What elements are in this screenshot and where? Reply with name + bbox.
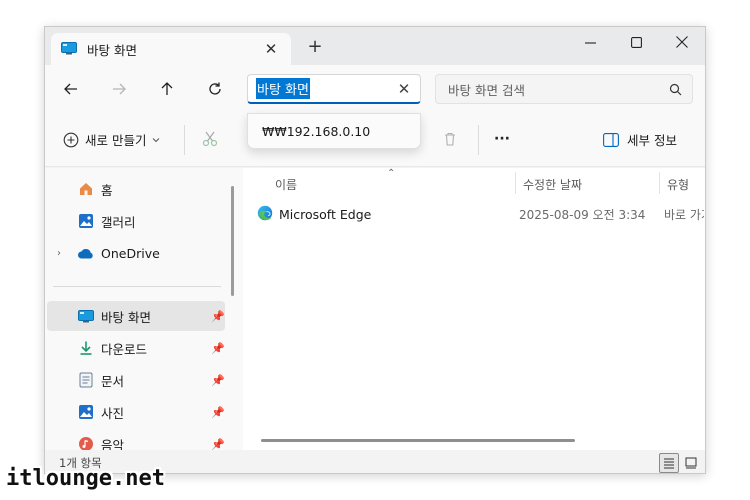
file-explorer-window: 바탕 화면 ✕ + 바탕 화면 ✕ 바탕 화면 검색 새로 만들기 ··· 세부… (44, 26, 706, 474)
navigation-pane: 홈 갤러리 › OneDrive 바탕 화면 📌 다운로드 📌 문서 📌 사진 … (45, 168, 243, 453)
arrow-left-icon (64, 83, 77, 95)
delete-button[interactable] (439, 128, 461, 150)
cut-button[interactable] (199, 128, 221, 150)
address-text: 바탕 화면 (256, 78, 310, 99)
column-header-type[interactable]: 유형 (667, 172, 705, 196)
pin-icon[interactable]: 📌 (211, 310, 225, 323)
more-options-button[interactable]: ··· (491, 128, 513, 150)
plus-circle-icon (63, 132, 79, 147)
search-placeholder: 바탕 화면 검색 (448, 82, 525, 98)
column-divider[interactable] (515, 172, 516, 194)
sidebar-divider (53, 286, 221, 287)
scissors-icon (202, 131, 218, 147)
column-divider[interactable] (659, 172, 660, 194)
maximize-icon (630, 36, 642, 48)
sidebar-item-label: 사진 (101, 405, 125, 421)
horizontal-scrollbar[interactable] (261, 439, 575, 442)
tab-desktop[interactable]: 바탕 화면 ✕ (51, 33, 291, 65)
sidebar-item-onedrive[interactable]: › OneDrive (47, 238, 225, 268)
file-type: 바로 가기 (664, 207, 704, 222)
address-input[interactable]: 바탕 화면 ✕ (247, 74, 421, 104)
new-tab-button[interactable]: + (303, 35, 327, 59)
file-name: Microsoft Edge (279, 206, 372, 222)
close-icon (676, 36, 688, 48)
trash-icon (445, 132, 455, 146)
sidebar-item-home[interactable]: 홈 (47, 174, 225, 204)
toolbar-divider (478, 125, 479, 155)
desktop-icon (77, 307, 95, 325)
details-button[interactable]: 세부 정보 (603, 130, 677, 149)
sidebar-item-label: 바탕 화면 (101, 309, 151, 325)
gallery-icon (77, 212, 95, 230)
refresh-button[interactable] (203, 77, 227, 101)
minimize-icon (584, 41, 596, 44)
close-button[interactable] (659, 27, 705, 57)
column-header-date[interactable]: 수정한 날짜 (523, 172, 653, 196)
search-icon (669, 83, 682, 95)
download-icon (77, 339, 95, 357)
pin-icon[interactable]: 📌 (211, 374, 225, 387)
home-icon (77, 180, 95, 198)
details-view-button[interactable] (659, 453, 679, 473)
title-bar: 바탕 화면 ✕ + (45, 27, 705, 65)
address-suggestion[interactable]: ₩₩192.168.0.10 (247, 113, 421, 149)
file-list: ⌃ 이름 수정한 날짜 유형 Microsoft Edge 2025-08-09… (243, 168, 705, 450)
sidebar-item-label: 갤러리 (101, 214, 136, 230)
edge-icon (257, 205, 273, 224)
tab-title: 바탕 화면 (87, 42, 137, 58)
tab-close-icon[interactable]: ✕ (261, 40, 281, 58)
column-header-name[interactable]: 이름 (275, 172, 505, 196)
watermark-text: itlounge.net (6, 466, 165, 491)
forward-button[interactable] (107, 77, 131, 101)
new-button[interactable]: 새로 만들기 (63, 130, 160, 149)
up-button[interactable] (155, 77, 179, 101)
pin-icon[interactable]: 📌 (211, 342, 225, 355)
desktop-icon (61, 40, 77, 59)
chevron-down-icon (153, 137, 160, 142)
file-date: 2025-08-09 오전 3:34 (519, 207, 646, 222)
pin-icon[interactable]: 📌 (211, 438, 225, 451)
cloud-icon (77, 244, 95, 262)
maximize-button[interactable] (613, 27, 659, 57)
arrow-up-icon (161, 82, 173, 95)
search-input[interactable]: 바탕 화면 검색 (435, 74, 693, 104)
minimize-button[interactable] (567, 27, 613, 57)
list-view-icon (664, 458, 674, 469)
chevron-right-icon[interactable]: › (57, 248, 71, 259)
sidebar-item-documents[interactable]: 문서 📌 (47, 365, 225, 395)
sidebar-item-gallery[interactable]: 갤러리 (47, 206, 225, 236)
sidebar-item-desktop[interactable]: 바탕 화면 📌 (47, 301, 225, 331)
tiles-view-button[interactable] (681, 453, 701, 473)
toolbar-divider (184, 125, 185, 155)
refresh-icon (209, 82, 221, 95)
sidebar-item-label: 홈 (101, 182, 113, 198)
document-icon (77, 371, 95, 389)
pin-icon[interactable]: 📌 (211, 406, 225, 419)
address-row: 바탕 화면 ✕ 바탕 화면 검색 (45, 65, 705, 113)
new-button-label: 새로 만들기 (85, 133, 147, 148)
sidebar-scrollbar[interactable] (231, 186, 234, 296)
sidebar-item-label: 다운로드 (101, 341, 148, 357)
arrow-right-icon (113, 83, 126, 95)
sidebar-item-downloads[interactable]: 다운로드 📌 (47, 333, 225, 363)
sidebar-item-label: OneDrive (101, 245, 160, 261)
sidebar-item-label: 문서 (101, 373, 125, 389)
details-label: 세부 정보 (627, 133, 677, 148)
sidebar-item-pictures[interactable]: 사진 📌 (47, 397, 225, 427)
back-button[interactable] (59, 77, 83, 101)
clear-address-icon[interactable]: ✕ (396, 80, 412, 98)
pictures-icon (77, 403, 95, 421)
details-pane-icon (603, 132, 619, 147)
tiles-view-icon (685, 457, 697, 469)
suggestion-text: ₩₩192.168.0.10 (262, 123, 371, 139)
table-row[interactable]: Microsoft Edge 2025-08-09 오전 3:34 바로 가기 (257, 202, 705, 226)
